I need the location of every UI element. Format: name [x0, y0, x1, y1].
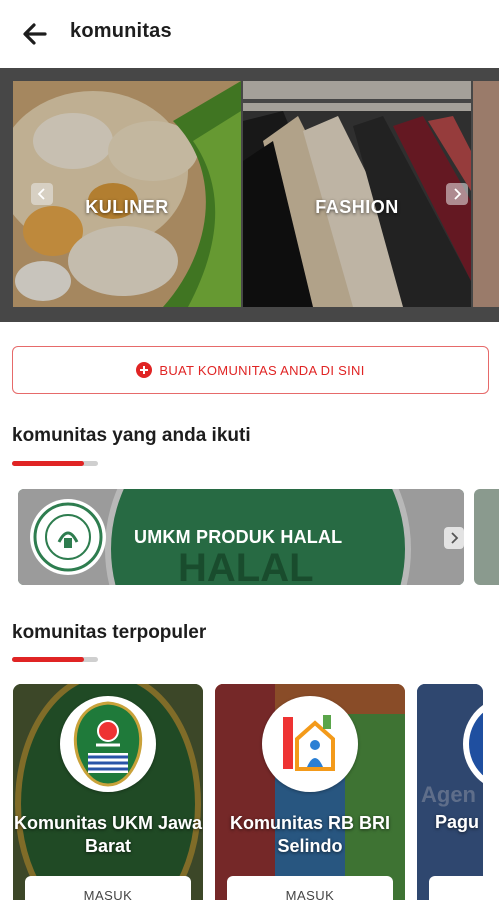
section-title-popular: komunitas terpopuler	[12, 622, 207, 643]
carousel-next-button[interactable]	[446, 183, 468, 205]
arrow-left-icon	[23, 23, 47, 45]
masuk-button[interactable]: MASUK	[25, 876, 191, 900]
halal-logo	[30, 499, 106, 575]
joined-next-button[interactable]	[444, 527, 464, 549]
chevron-right-icon	[454, 188, 462, 200]
card-overlay	[243, 81, 471, 307]
masuk-button[interactable]: MASUK	[227, 876, 393, 900]
popular-card-ukm-jabar[interactable]: Komunitas UKM Jawa Barat MASUK	[13, 684, 203, 900]
create-community-button[interactable]: BUAT KOMUNITAS ANDA DI SINI	[12, 346, 489, 394]
joined-community-name: UMKM PRODUK HALAL	[134, 527, 343, 547]
ukm-jabar-logo	[60, 696, 156, 792]
create-community-label: BUAT KOMUNITAS ANDA DI SINI	[159, 362, 365, 378]
plus-circle-icon	[136, 362, 153, 378]
app-header: komunitas	[0, 0, 499, 68]
joined-community-card[interactable]: HALAL UMKM PRODUK HALAL	[18, 489, 464, 585]
chevron-right-icon	[451, 532, 459, 544]
popular-card-rb-bri[interactable]: Komunitas RB BRI Selindo MASUK	[215, 684, 405, 900]
popular-card-name: Pagu	[435, 812, 480, 832]
joined-card-peek[interactable]	[474, 489, 499, 585]
section-title-joined: komunitas yang anda ikuti	[12, 425, 251, 446]
popular-card-name: Komunitas UKM Jawa Barat	[13, 813, 203, 856]
category-card-peek[interactable]	[473, 81, 499, 307]
category-label: FASHION	[315, 197, 399, 217]
section-underline	[12, 461, 98, 466]
popular-card-paguyuban[interactable]: Agen Pagu	[417, 684, 483, 900]
category-carousel[interactable]: KULINER FASHION	[0, 68, 499, 322]
chevron-left-icon	[37, 188, 45, 200]
section-underline	[12, 657, 98, 662]
back-button[interactable]	[18, 20, 52, 48]
category-card-fashion[interactable]: FASHION	[243, 81, 471, 307]
carousel-prev-button[interactable]	[31, 183, 53, 205]
rb-bri-logo	[262, 696, 358, 792]
page-title: komunitas	[70, 20, 172, 42]
popular-card-name: Komunitas RB BRI Selindo	[229, 813, 390, 856]
masuk-button[interactable]	[429, 876, 483, 900]
